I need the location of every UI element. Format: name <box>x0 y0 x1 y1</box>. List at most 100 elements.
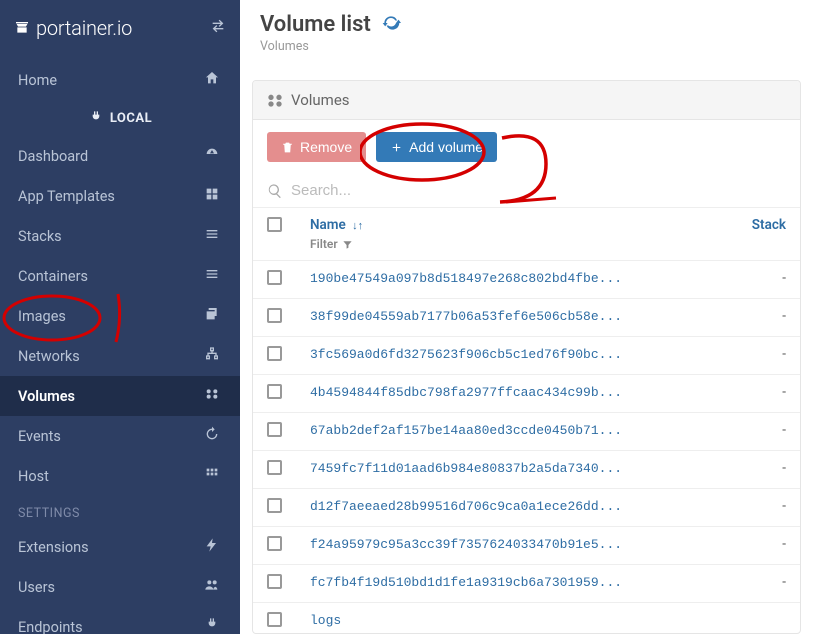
filter-icon <box>342 239 353 250</box>
list-icon <box>202 266 222 286</box>
volume-stack-cell: - <box>730 261 800 299</box>
sidebar-item-home[interactable]: Home <box>0 60 240 100</box>
sidebar-header: portainer.io <box>0 0 240 56</box>
list-icon <box>202 226 222 246</box>
sidebar-item-label: Users <box>18 579 55 596</box>
volume-icon <box>202 386 222 406</box>
table-row: 190be47549a097b8d518497e268c802bd4fbe...… <box>253 261 800 299</box>
volume-name-link[interactable]: 3fc569a0d6fd3275623f906cb5c1ed76f90bc... <box>310 347 622 362</box>
volume-name-link[interactable]: f24a95979c95a3cc39f7357624033470b91e5... <box>310 537 622 552</box>
sidebar-item-extensions[interactable]: Extensions <box>0 527 240 567</box>
users-icon <box>202 577 222 597</box>
sidebar-item-events[interactable]: Events <box>0 416 240 456</box>
sidebar-item-dashboard[interactable]: Dashboard <box>0 136 240 176</box>
table-row: 38f99de04559ab7177b06a53fef6e506cb58e...… <box>253 299 800 337</box>
volume-stack-cell: - <box>730 413 800 451</box>
volume-name-link[interactable]: 67abb2def2af157be14aa80ed3ccde0450b71... <box>310 423 622 438</box>
page-title: Volume list <box>260 12 371 37</box>
remove-button-label: Remove <box>300 139 352 155</box>
row-checkbox[interactable] <box>267 460 282 475</box>
sidebar-item-label: Extensions <box>18 539 89 556</box>
main-content: Volume list Volumes Volumes Remove Add v… <box>240 0 813 634</box>
row-checkbox[interactable] <box>267 270 282 285</box>
volume-name-link[interactable]: d12f7aeeaed28b99516d706c9ca0a1ece26dd... <box>310 499 622 514</box>
sidebar-item-endpoints[interactable]: Endpoints <box>0 607 240 634</box>
volume-stack-cell: - <box>730 489 800 527</box>
volume-name-link[interactable]: 190be47549a097b8d518497e268c802bd4fbe... <box>310 271 622 286</box>
row-checkbox[interactable] <box>267 536 282 551</box>
breadcrumb: Volumes <box>260 39 793 54</box>
row-checkbox[interactable] <box>267 308 282 323</box>
sidebar-item-volumes[interactable]: Volumes <box>0 376 240 416</box>
logo[interactable]: portainer.io <box>14 16 210 40</box>
volume-name-link[interactable]: fc7fb4f19d510bd1d1fe1a9319cb6a7301959... <box>310 575 622 590</box>
sidebar-item-containers[interactable]: Containers <box>0 256 240 296</box>
sidebar-item-label: Volumes <box>18 388 75 405</box>
search-input[interactable] <box>291 182 786 199</box>
select-all-header <box>253 208 296 261</box>
sidebar-item-images[interactable]: Images <box>0 296 240 336</box>
row-checkbox[interactable] <box>267 498 282 513</box>
row-checkbox[interactable] <box>267 346 282 361</box>
table-row: f24a95979c95a3cc39f7357624033470b91e5...… <box>253 527 800 565</box>
grid-icon <box>202 466 222 486</box>
sidebar-nav: Home LOCAL Dashboard App Templates StacksC… <box>0 56 240 634</box>
panel-title: Volumes <box>291 91 350 109</box>
sidebar-item-stacks[interactable]: Stacks <box>0 216 240 256</box>
sort-icon: ↓↑ <box>352 219 363 232</box>
clone-icon <box>202 306 222 326</box>
table-row: 4b4594844f85dbc798fa2977ffcaac434c99b...… <box>253 375 800 413</box>
history-icon <box>202 426 222 446</box>
column-name-header[interactable]: Name ↓↑ Filter <box>296 208 730 261</box>
volume-name-link[interactable]: 7459fc7f11d01aad6b984e80837b2a5da7340... <box>310 461 622 476</box>
refresh-button[interactable] <box>381 13 401 37</box>
sidebar-item-host[interactable]: Host <box>0 456 240 496</box>
sidebar-item-label: Host <box>18 468 49 485</box>
filter-control[interactable]: Filter <box>310 237 716 251</box>
row-checkbox[interactable] <box>267 574 282 589</box>
row-checkbox[interactable] <box>267 422 282 437</box>
volumes-panel: Volumes Remove Add volume <box>252 80 801 634</box>
add-volume-button-label: Add volume <box>409 139 483 155</box>
volumes-icon <box>267 92 283 108</box>
volume-name-link[interactable]: logs <box>310 613 341 628</box>
sidebar-item-networks[interactable]: Networks <box>0 336 240 376</box>
volume-name-link[interactable]: 38f99de04559ab7177b06a53fef6e506cb58e... <box>310 309 622 324</box>
sidebar-item-app-templates[interactable]: App Templates <box>0 176 240 216</box>
add-volume-button[interactable]: Add volume <box>376 132 497 162</box>
sidebar-item-users[interactable]: Users <box>0 567 240 607</box>
brand-text: portainer.io <box>36 16 132 40</box>
row-checkbox[interactable] <box>267 612 282 627</box>
remove-button[interactable]: Remove <box>267 132 366 162</box>
volume-stack-cell: - <box>730 299 800 337</box>
volume-name-link[interactable]: 4b4594844f85dbc798fa2977ffcaac434c99b... <box>310 385 622 400</box>
volume-stack-cell <box>730 603 800 634</box>
column-stack-header[interactable]: Stack <box>730 208 800 261</box>
column-name-label: Name <box>310 217 346 233</box>
portainer-logo-icon <box>14 20 30 36</box>
plus-icon <box>390 141 403 154</box>
sitemap-icon <box>202 346 222 366</box>
sidebar-collapse-button[interactable] <box>210 18 226 38</box>
row-checkbox[interactable] <box>267 384 282 399</box>
bolt-icon <box>202 537 222 557</box>
search-row <box>253 174 800 207</box>
sidebar: portainer.io Home LOCAL Dashboard App Tem… <box>0 0 240 634</box>
panel-toolbar: Remove Add volume <box>253 120 800 174</box>
plug-icon <box>88 110 104 126</box>
refresh-icon <box>381 13 401 33</box>
sidebar-item-label: App Templates <box>18 188 115 205</box>
table-row: fc7fb4f19d510bd1d1fe1a9319cb6a7301959...… <box>253 565 800 603</box>
volumes-table: Name ↓↑ Filter Stack 190be47549a097b8d51… <box>253 208 800 633</box>
table-row: d12f7aeeaed28b99516d706c9ca0a1ece26dd...… <box>253 489 800 527</box>
sidebar-item-label: Events <box>18 428 61 445</box>
volume-stack-cell: - <box>730 375 800 413</box>
search-icon <box>267 183 283 199</box>
volumes-table-wrap: Name ↓↑ Filter Stack 190be47549a097b8d51… <box>253 207 800 633</box>
sidebar-section-local: LOCAL <box>0 100 240 136</box>
select-all-checkbox[interactable] <box>267 217 282 232</box>
volume-stack-cell: - <box>730 565 800 603</box>
sidebar-item-label: Networks <box>18 348 80 365</box>
tachometer-icon <box>202 146 222 166</box>
exchange-icon <box>210 18 226 34</box>
